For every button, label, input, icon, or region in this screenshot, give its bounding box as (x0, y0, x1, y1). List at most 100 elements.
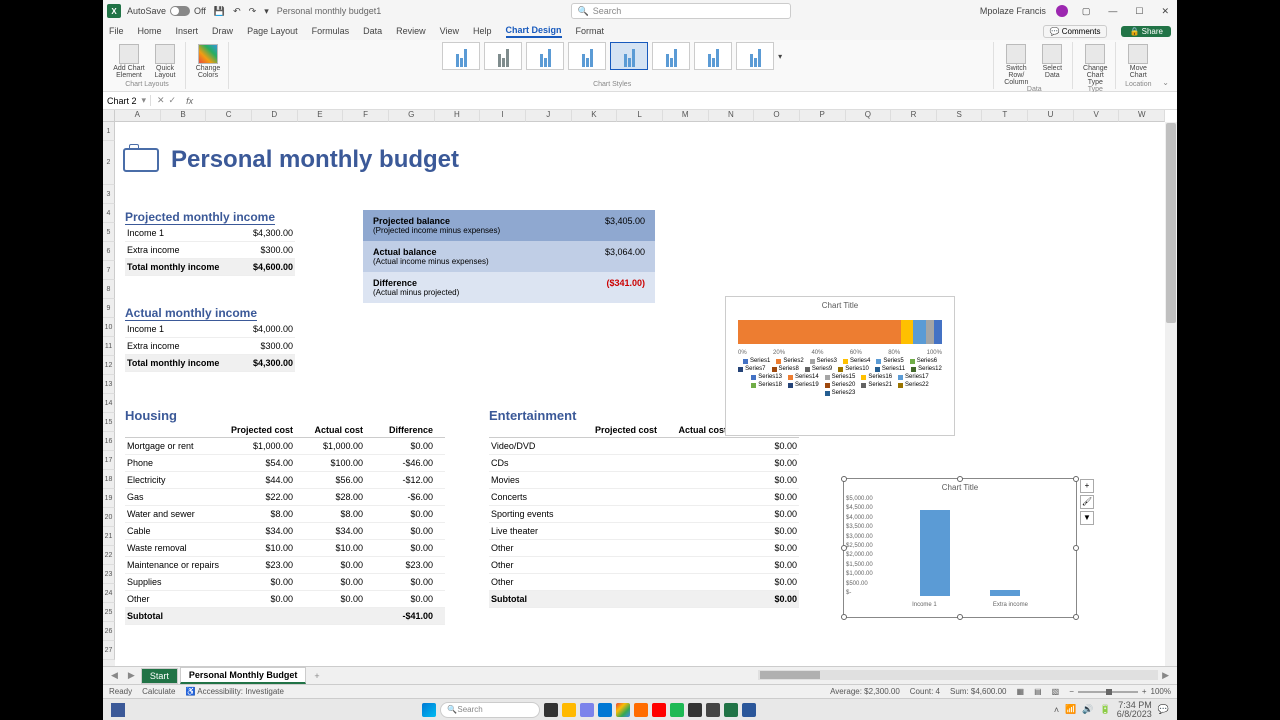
taskbar-search[interactable]: 🔍 Search (440, 702, 540, 718)
status-ready: Ready (109, 687, 132, 696)
tab-help[interactable]: Help (473, 26, 492, 36)
taskview-icon[interactable] (544, 703, 558, 717)
notifications-icon[interactable]: 💬 (1158, 704, 1169, 715)
quick-layout-button[interactable]: Quick Layout (149, 44, 181, 79)
tab-view[interactable]: View (440, 26, 459, 36)
tab-home[interactable]: Home (138, 26, 162, 36)
excel-taskbar-icon[interactable] (724, 703, 738, 717)
autosave-toggle[interactable]: AutoSave Off (127, 6, 206, 16)
ribbon-mode-icon[interactable]: ▢ (1078, 6, 1095, 17)
statusbar: Ready Calculate ♿ Accessibility: Investi… (103, 684, 1177, 698)
sheet-nav-next-icon[interactable]: ▶ (124, 670, 139, 681)
zoom-control[interactable]: − + 100% (1069, 687, 1171, 696)
widgets-icon[interactable] (111, 703, 125, 717)
chart-style-3[interactable] (526, 42, 564, 70)
tab-data[interactable]: Data (363, 26, 382, 36)
app3-icon[interactable] (688, 703, 702, 717)
chart-style-7[interactable] (694, 42, 732, 70)
word-icon[interactable] (742, 703, 756, 717)
close-icon[interactable]: ✕ (1157, 6, 1173, 17)
share-button[interactable]: 🔒 Share (1121, 26, 1171, 37)
edge-icon[interactable] (598, 703, 612, 717)
chart-filter-icon[interactable]: ▼ (1080, 511, 1094, 525)
minimize-icon[interactable]: — (1104, 6, 1121, 16)
tab-format[interactable]: Format (576, 26, 605, 36)
tab-formulas[interactable]: Formulas (312, 26, 350, 36)
view-normal-icon[interactable]: ▦ (1017, 687, 1025, 696)
tab-review[interactable]: Review (396, 26, 426, 36)
change-chart-type-button[interactable]: Change Chart Type (1079, 44, 1111, 86)
battery-icon[interactable]: 🔋 (1100, 704, 1111, 715)
add-chart-element-button[interactable]: Add Chart Element (113, 44, 145, 79)
wifi-icon[interactable]: 📶 (1065, 704, 1076, 715)
status-accessibility[interactable]: ♿ Accessibility: Investigate (185, 687, 283, 696)
entertainment-table: Entertainment Projected costActual costD… (489, 408, 799, 608)
system-tray[interactable]: ˄ 📶 🔊 🔋 7:34 PM 6/8/2023 💬 (1054, 701, 1169, 719)
view-pagebreak-icon[interactable]: ▧ (1052, 687, 1060, 696)
chart-stacked-bar[interactable]: Chart Title 0%20%40%60%80%100% Series1Se… (725, 296, 955, 436)
name-box[interactable]: Chart 2▾ (103, 95, 151, 106)
chart-styles-gallery[interactable]: ▾ (442, 42, 782, 70)
username[interactable]: Mpolaze Francis (980, 6, 1046, 16)
balance-box: Projected balance(Projected income minus… (363, 210, 655, 303)
chart-style-4[interactable] (568, 42, 606, 70)
spreadsheet-grid[interactable]: ABCDEFGHIJKLMNOPQRSTUVW 1234567891011121… (103, 110, 1177, 666)
chart-style-1[interactable] (442, 42, 480, 70)
redo-icon[interactable]: ↷ (249, 6, 257, 17)
zoom-in-icon[interactable]: + (1142, 687, 1147, 696)
change-colors-button[interactable]: Change Colors (192, 44, 224, 79)
switch-row-column-button[interactable]: Switch Row/ Column (1000, 44, 1032, 86)
titlebar: X AutoSave Off 💾 ↶ ↷ ▾ Personal monthly … (103, 0, 1177, 22)
comments-button[interactable]: 💬 Comments (1043, 25, 1108, 38)
chart-column-selected[interactable]: + 🖌 ▼ Chart Title $5,000.00$4,500.00$4,0… (843, 478, 1077, 618)
app-icon[interactable] (634, 703, 648, 717)
chart-elements-icon[interactable]: + (1080, 479, 1094, 493)
tab-draw[interactable]: Draw (212, 26, 233, 36)
sheet-nav-prev-icon[interactable]: ◀ (107, 670, 122, 681)
row-headers[interactable]: 1234567891011121314151617181920212223242… (103, 122, 115, 666)
fx-icon[interactable]: fx (182, 96, 197, 106)
sheet-tab-budget[interactable]: Personal Monthly Budget (180, 667, 307, 684)
chrome-icon[interactable] (616, 703, 630, 717)
chart-styles-icon[interactable]: 🖌 (1080, 495, 1094, 509)
start-icon[interactable] (422, 703, 436, 717)
zoom-slider[interactable] (1078, 691, 1138, 693)
volume-icon[interactable]: 🔊 (1082, 704, 1093, 715)
money-icon (123, 148, 159, 172)
enter-fx-icon[interactable]: ✓ (169, 95, 177, 106)
tab-chartdesign[interactable]: Chart Design (506, 25, 562, 38)
collapse-ribbon-icon[interactable]: ⌄ (1160, 76, 1171, 89)
avatar-icon[interactable] (1056, 5, 1068, 17)
search-input[interactable]: 🔍 Search (571, 3, 791, 19)
horizontal-scrollbar[interactable] (758, 670, 1158, 680)
cancel-fx-icon[interactable]: ✕ (157, 95, 165, 106)
tray-chevron-icon[interactable]: ˄ (1054, 705, 1059, 715)
tab-pagelayout[interactable]: Page Layout (247, 26, 298, 36)
chart-style-8[interactable] (736, 42, 774, 70)
sheet-tab-start[interactable]: Start (141, 668, 178, 684)
styles-more-icon[interactable]: ▾ (778, 52, 782, 61)
select-data-button[interactable]: Select Data (1036, 44, 1068, 79)
app4-icon[interactable] (706, 703, 720, 717)
maximize-icon[interactable]: ☐ (1131, 6, 1147, 17)
explorer-icon[interactable] (562, 703, 576, 717)
chart-style-6[interactable] (652, 42, 690, 70)
add-sheet-icon[interactable]: + (308, 671, 325, 681)
document-name[interactable]: Personal monthly budget1 (277, 6, 382, 16)
app2-icon[interactable] (670, 703, 684, 717)
column-headers[interactable]: ABCDEFGHIJKLMNOPQRSTUVW (103, 110, 1165, 122)
tab-file[interactable]: File (109, 26, 124, 36)
zoom-out-icon[interactable]: − (1069, 687, 1074, 696)
youtube-icon[interactable] (652, 703, 666, 717)
view-pagelayout-icon[interactable]: ▤ (1034, 687, 1042, 696)
move-chart-button[interactable]: Move Chart (1122, 44, 1154, 79)
undo-icon[interactable]: ↶ (233, 6, 241, 17)
tab-insert[interactable]: Insert (176, 26, 199, 36)
chart-style-5[interactable] (610, 42, 648, 70)
teams-icon[interactable] (580, 703, 594, 717)
toggle-icon[interactable] (170, 6, 190, 16)
chart-style-2[interactable] (484, 42, 522, 70)
chart-plot-area[interactable]: $5,000.00$4,500.00$4,000.00$3,500.00$3,0… (844, 496, 1076, 596)
save-icon[interactable]: 💾 (214, 6, 225, 17)
vertical-scrollbar[interactable] (1165, 122, 1177, 666)
